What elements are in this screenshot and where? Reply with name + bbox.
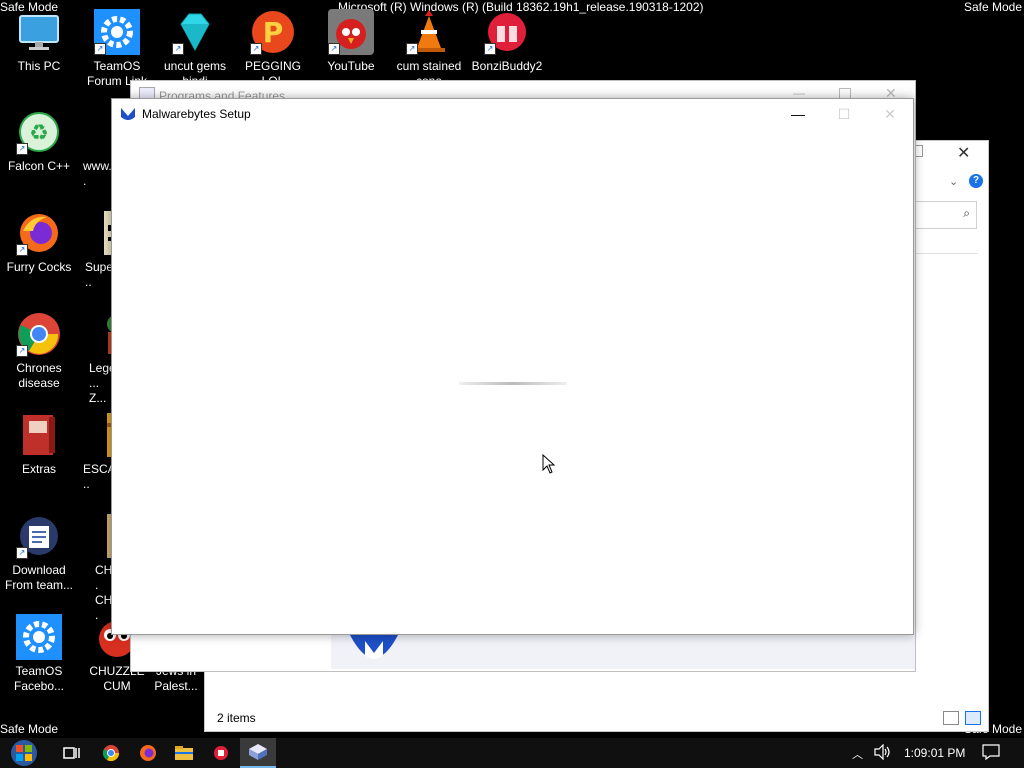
desktop-icon-label: Furry Cocks [6, 260, 72, 274]
gear-icon: ↗ [94, 9, 140, 55]
desktop-icon-label: BonziBuddy2 [471, 59, 543, 73]
desktop-icon-label: Falcon C++ [7, 159, 71, 173]
desktop-icon-label: TeamOS Facebo... [13, 664, 65, 693]
shortcut-arrow-icon: ↗ [16, 143, 28, 155]
chevron-down-icon[interactable]: ⌄ [949, 175, 958, 188]
task-view-icon [63, 747, 80, 759]
taskbar-file-explorer[interactable] [166, 738, 202, 768]
desktop-icon-label: Chrones disease [16, 361, 62, 390]
malwarebytes-setup-window[interactable]: Malwarebytes Setup — ☐ ✕ [111, 98, 914, 635]
mouse-cursor-icon [542, 453, 556, 479]
shortcut-arrow-icon: ↗ [94, 43, 106, 55]
explorer-close-button[interactable]: ✕ [957, 143, 970, 163]
desktop-icon-falcon-cpp[interactable]: ♻ ↗ Falcon C++ [1, 109, 77, 174]
taskbar-firefox[interactable] [130, 738, 166, 768]
gem-icon: ↗ [172, 9, 218, 55]
divider [913, 253, 978, 254]
desktop-icon-label: This PC [17, 59, 61, 73]
search-box[interactable]: ⌕ [913, 201, 977, 229]
volume-icon[interactable] [874, 743, 892, 765]
firefox-icon [140, 745, 156, 761]
desktop-icon-extras[interactable]: Extras [1, 412, 77, 477]
traffic-cone-icon: ↗ [406, 9, 452, 55]
details-view-icon[interactable] [943, 711, 959, 725]
close-button[interactable]: ✕ [867, 99, 913, 129]
status-item-count: 2 items [217, 711, 256, 725]
maximize-button[interactable]: ☐ [821, 99, 867, 129]
svg-text:P: P [263, 16, 284, 49]
desktop-icon-uncut-gems[interactable]: ↗ uncut gems hindi [157, 9, 233, 89]
shortcut-arrow-icon: ↗ [16, 345, 28, 357]
desktop-icon-furry[interactable]: ↗ Furry Cocks [1, 210, 77, 275]
gift-icon: ↗ [484, 9, 530, 55]
taskbar-bonzi[interactable] [203, 738, 239, 768]
bonzi-icon [214, 746, 228, 760]
safe-mode-label-bottom-left: Safe Mode [0, 722, 59, 736]
show-hidden-icons-icon[interactable]: ︿ [852, 746, 863, 762]
shortcut-arrow-icon: ↗ [484, 43, 496, 55]
desktop-icon-bonzibuddy[interactable]: ↗ BonziBuddy2 [469, 9, 545, 74]
large-icons-view-icon[interactable] [965, 711, 981, 725]
recycle-icon: ♻ ↗ [16, 109, 62, 155]
book-icon [16, 412, 62, 458]
desktop-icon-label: Download From team... [4, 563, 73, 592]
taskbar-chrome[interactable] [93, 738, 129, 768]
desktop-icon-teamos-facebook[interactable]: TeamOS Facebo... [1, 614, 77, 694]
loading-indicator [459, 382, 567, 385]
shortcut-arrow-icon: ↗ [250, 43, 262, 55]
firefox-icon: ↗ [16, 210, 62, 256]
file-explorer-icon [175, 746, 193, 760]
start-icon [11, 740, 37, 766]
safe-mode-label-top-right: Safe Mode [963, 0, 1022, 14]
taskbar: ︿ 1:09:01 PM [0, 738, 1024, 768]
shortcut-arrow-icon: ↗ [328, 43, 340, 55]
notepad-icon: ↗ [16, 513, 62, 559]
desktop-icon-teamos-forum[interactable]: ↗ TeamOS Forum Link [79, 9, 155, 89]
malwarebytes-logo-icon [120, 107, 136, 126]
desktop-icon-youtube[interactable]: ↗ YouTube [313, 9, 389, 74]
desktop-icon-this-pc[interactable]: This PC [1, 9, 77, 74]
minimize-button[interactable]: — [775, 99, 821, 129]
malwarebytes-setup-icon [249, 744, 267, 760]
malwarebytes-logo-icon [347, 633, 401, 665]
shortcut-arrow-icon: ↗ [172, 43, 184, 55]
svg-text:♻: ♻ [29, 121, 49, 146]
desktop-icon-label: YouTube [327, 59, 375, 73]
action-center-icon[interactable] [982, 744, 1000, 765]
search-icon: ⌕ [963, 206, 970, 220]
desktop-icon-cone[interactable]: ↗ cum stained cone [391, 9, 467, 89]
gear-icon [16, 614, 62, 660]
shortcut-arrow-icon: ↗ [406, 43, 418, 55]
installer-logo-strip [331, 633, 915, 669]
desktop-icon-download[interactable]: ↗ Download From team... [1, 513, 77, 593]
shortcut-arrow-icon: ↗ [16, 244, 28, 256]
taskbar-malwarebytes-setup[interactable] [240, 738, 276, 768]
angry-bird-icon: ↗ [328, 9, 374, 55]
task-view-button[interactable] [54, 738, 90, 768]
setup-window-title: Malwarebytes Setup [142, 107, 251, 121]
p-logo-icon: P ↗ [250, 9, 296, 55]
start-button[interactable] [2, 738, 46, 768]
desktop-icon-label: Extras [21, 462, 56, 476]
chrome-icon: ↗ [16, 311, 62, 357]
taskbar-clock[interactable]: 1:09:01 PM [904, 746, 965, 760]
chrome-icon [102, 745, 120, 762]
monitor-icon [16, 9, 62, 55]
desktop-icon-chrones[interactable]: ↗ Chrones disease [1, 311, 77, 391]
help-icon[interactable]: ? [969, 174, 983, 188]
desktop-icon-pegging[interactable]: P ↗ PEGGING LOL [235, 9, 311, 89]
shortcut-arrow-icon: ↗ [16, 547, 28, 559]
